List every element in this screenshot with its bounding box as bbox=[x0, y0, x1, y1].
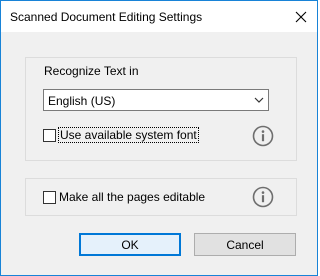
recognize-text-heading: Recognize Text in bbox=[44, 64, 139, 78]
settings-dialog: Scanned Document Editing Settings Recogn… bbox=[0, 0, 318, 276]
recognize-text-group: Recognize Text in English (US) Use avail… bbox=[25, 57, 297, 161]
editable-pages-label: Make all the pages editable bbox=[59, 190, 206, 204]
info-icon[interactable] bbox=[252, 125, 274, 147]
system-font-checkbox[interactable] bbox=[43, 128, 56, 142]
ok-button[interactable]: OK bbox=[79, 233, 181, 256]
title-bar: Scanned Document Editing Settings bbox=[1, 1, 317, 32]
dialog-title: Scanned Document Editing Settings bbox=[10, 10, 203, 24]
system-font-option[interactable]: Use available system font bbox=[43, 127, 199, 143]
language-select[interactable]: English (US) bbox=[43, 89, 269, 111]
language-select-value: English (US) bbox=[48, 94, 116, 108]
chevron-down-icon bbox=[250, 90, 268, 110]
editable-pages-group: Make all the pages editable bbox=[25, 178, 297, 216]
editable-pages-option[interactable]: Make all the pages editable bbox=[43, 190, 205, 204]
close-button[interactable] bbox=[285, 1, 317, 32]
close-icon bbox=[295, 11, 307, 22]
editable-pages-checkbox[interactable] bbox=[43, 190, 56, 204]
cancel-button[interactable]: Cancel bbox=[194, 233, 296, 256]
info-icon[interactable] bbox=[252, 186, 274, 208]
system-font-label: Use available system font bbox=[58, 127, 199, 143]
